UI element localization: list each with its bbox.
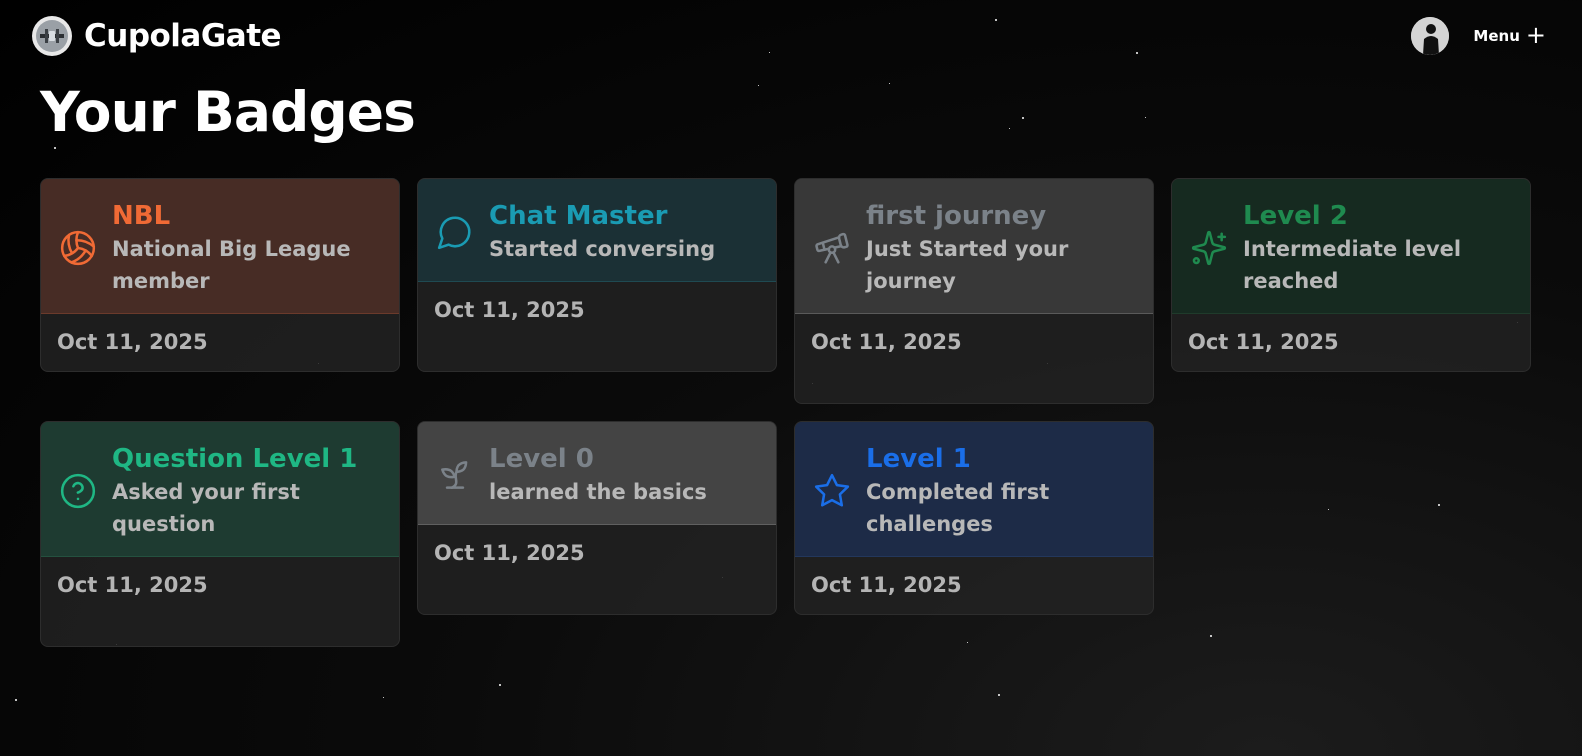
badge-text: Chat Master Started conversing [489,199,715,265]
user-avatar-icon[interactable] [1411,17,1450,55]
badge-header: Level 1 Completed first challenges [795,422,1153,557]
badge-description: Completed first challenges [866,480,1050,536]
badge-header: first journey Just Started your journey [795,179,1153,314]
star-icon [812,471,852,511]
badge-date: Oct 11, 2025 [57,330,208,354]
badge-text: Level 1 Completed first challenges [866,442,1106,540]
badge-card-level-1[interactable]: Level 1 Completed first challenges Oct 1… [794,421,1154,615]
badge-text: Level 0 learned the basics [489,442,707,508]
badge-text: first journey Just Started your journey [866,199,1139,297]
volleyball-icon [58,228,98,268]
badge-card-level-0[interactable]: Level 0 learned the basics Oct 11, 2025 [417,421,777,615]
badge-card-nbl[interactable]: NBL National Big League member Oct 11, 2… [40,178,400,372]
badge-header: Level 2 Intermediate level reached [1172,179,1530,314]
top-nav: CupolaGate Menu + [32,14,1546,58]
badge-title: first journey [866,201,1047,231]
sparkles-icon [1189,228,1229,268]
header-actions: Menu + [1411,17,1546,55]
badge-text: Question Level 1 Asked your first questi… [112,442,385,540]
badges-grid: NBL National Big League member Oct 11, 2… [40,178,1532,647]
badge-header: Question Level 1 Asked your first questi… [41,422,399,557]
brand-home-link[interactable]: CupolaGate [32,16,282,56]
badge-card-question-level-1[interactable]: Question Level 1 Asked your first questi… [40,421,400,647]
badge-text: NBL National Big League member [112,199,352,297]
page-title: Your Badges [40,80,416,144]
badge-description: Asked your first question [112,480,300,536]
sprout-icon [435,455,475,495]
badge-date: Oct 11, 2025 [434,541,585,565]
menu-label: Menu [1473,27,1520,45]
badge-card-level-2[interactable]: Level 2 Intermediate level reached Oct 1… [1171,178,1531,372]
badge-header: Level 0 learned the basics [418,422,776,525]
badge-date: Oct 11, 2025 [434,298,585,322]
badge-title: Level 1 [866,444,971,474]
badge-description: learned the basics [489,480,707,504]
brand-name: CupolaGate [84,18,282,54]
badge-header: Chat Master Started conversing [418,179,776,282]
menu-button[interactable]: Menu + [1473,20,1546,49]
question-circle-icon [58,471,98,511]
badge-date: Oct 11, 2025 [57,573,208,597]
plus-icon: + [1525,20,1546,49]
badge-text: Level 2 Intermediate level reached [1243,199,1483,297]
telescope-icon [812,228,852,268]
badge-description: National Big League member [112,237,351,293]
space-station-icon [32,16,72,56]
badge-card-chat-master[interactable]: Chat Master Started conversing Oct 11, 2… [417,178,777,372]
badge-date: Oct 11, 2025 [811,330,962,354]
badge-title: Level 0 [489,444,594,474]
badge-header: NBL National Big League member [41,179,399,314]
badge-title: Level 2 [1243,201,1348,231]
chat-bubble-icon [435,212,475,252]
badge-title: Chat Master [489,201,668,231]
badge-description: Started conversing [489,237,716,261]
badge-title: Question Level 1 [112,444,358,474]
badge-title: NBL [112,201,171,231]
badge-date: Oct 11, 2025 [811,573,962,597]
badge-description: Just Started your journey [866,237,1069,293]
badge-date: Oct 11, 2025 [1188,330,1339,354]
badge-description: Intermediate level reached [1243,237,1462,293]
badge-card-first-journey[interactable]: first journey Just Started your journey … [794,178,1154,404]
